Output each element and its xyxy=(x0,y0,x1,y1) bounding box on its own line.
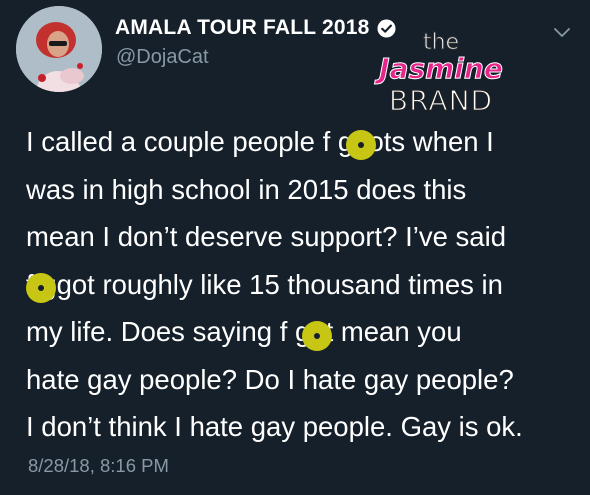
censor-dot xyxy=(26,273,56,303)
watermark-line-brand: BRAND xyxy=(388,83,494,117)
avatar[interactable] xyxy=(16,6,102,92)
watermark-line-jasmine: Jasmine xyxy=(379,52,504,86)
censor-dot xyxy=(346,130,376,160)
tweet-timestamp[interactable]: 8/28/18, 8:16 PM xyxy=(28,455,169,477)
tweet-text: I called a couple people f ggots when I … xyxy=(26,126,523,442)
censor-dot xyxy=(302,321,332,351)
author-handle[interactable]: @DojaCat xyxy=(116,46,209,69)
author-name-row[interactable]: AMALA TOUR FALL 2018 xyxy=(115,16,397,40)
chevron-down-icon[interactable] xyxy=(552,22,572,42)
watermark-logo: the Jasmine BRAND xyxy=(376,30,506,122)
tweet-card: AMALA TOUR FALL 2018 @DojaCat the Jasmin… xyxy=(0,0,590,495)
author-display-name[interactable]: AMALA TOUR FALL 2018 xyxy=(115,16,369,40)
avatar-image xyxy=(16,6,102,92)
